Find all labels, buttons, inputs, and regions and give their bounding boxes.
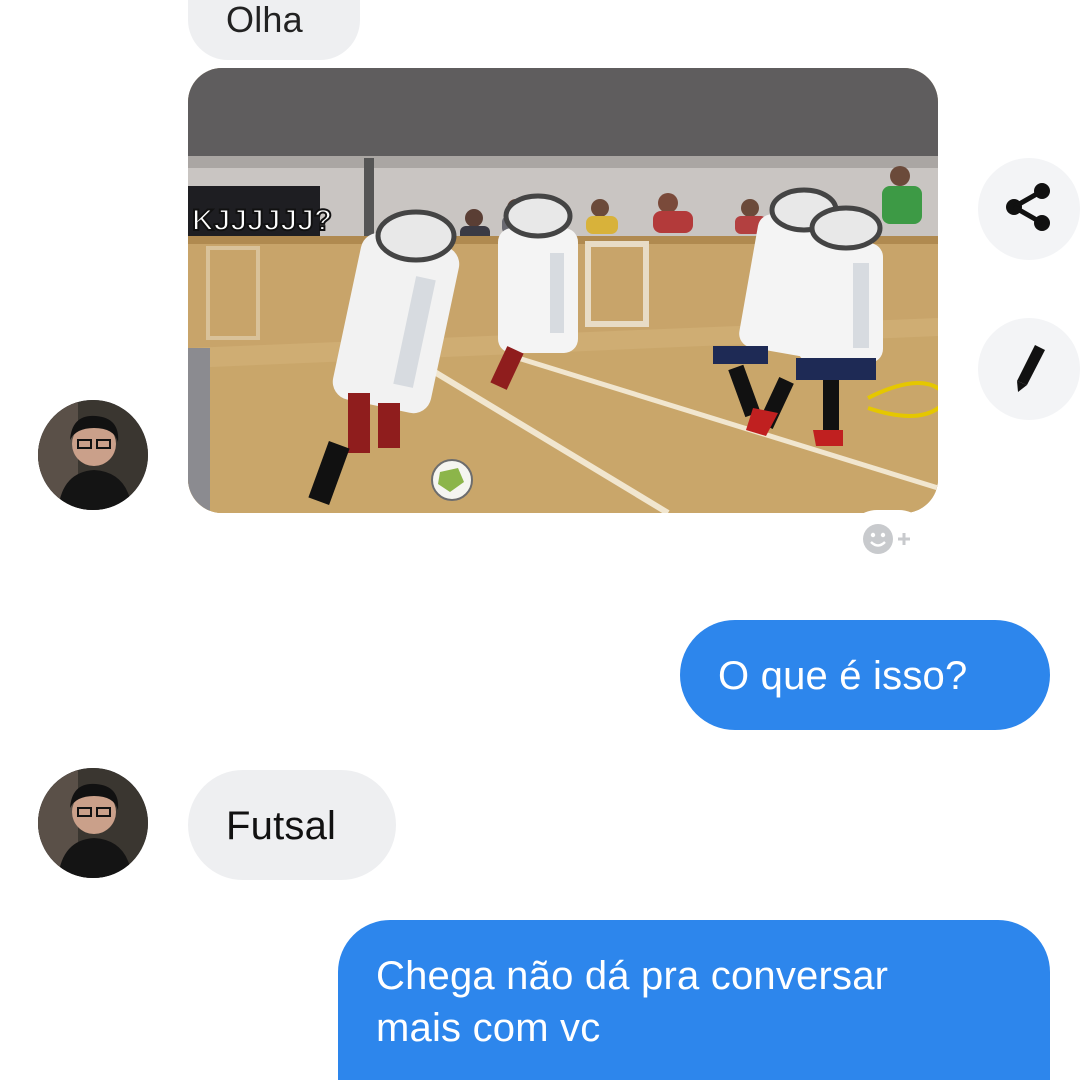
chat-thread: Olha KJJJJJJ? O que é isso? Futsal Chega…: [0, 0, 1080, 1080]
message-text: Futsal: [226, 804, 337, 848]
message-text-line: Chega não dá pra conversar: [376, 954, 889, 998]
share-icon: [1004, 181, 1054, 238]
message-text: Olha: [226, 0, 303, 40]
message-bubble-outgoing[interactable]: Chega não dá pra conversar mais com vc: [338, 920, 1050, 1080]
edit-button[interactable]: [978, 318, 1080, 420]
share-button[interactable]: [978, 158, 1080, 260]
message-bubble-incoming[interactable]: Olha: [188, 0, 360, 60]
message-text-line: mais com vc: [376, 1006, 601, 1050]
pencil-icon: [1009, 341, 1049, 398]
message-bubble-incoming[interactable]: Futsal: [188, 770, 396, 880]
avatar[interactable]: [38, 768, 148, 878]
message-bubble-outgoing[interactable]: O que é isso?: [680, 620, 1050, 730]
message-image[interactable]: KJJJJJJ?: [188, 68, 938, 513]
avatar[interactable]: [38, 400, 148, 510]
message-text: O que é isso?: [718, 654, 968, 698]
smiley-plus-icon: [861, 522, 915, 561]
image-overlay-text: KJJJJJJ?: [192, 204, 332, 237]
ball: [431, 459, 473, 501]
add-reaction-button[interactable]: [846, 510, 930, 572]
